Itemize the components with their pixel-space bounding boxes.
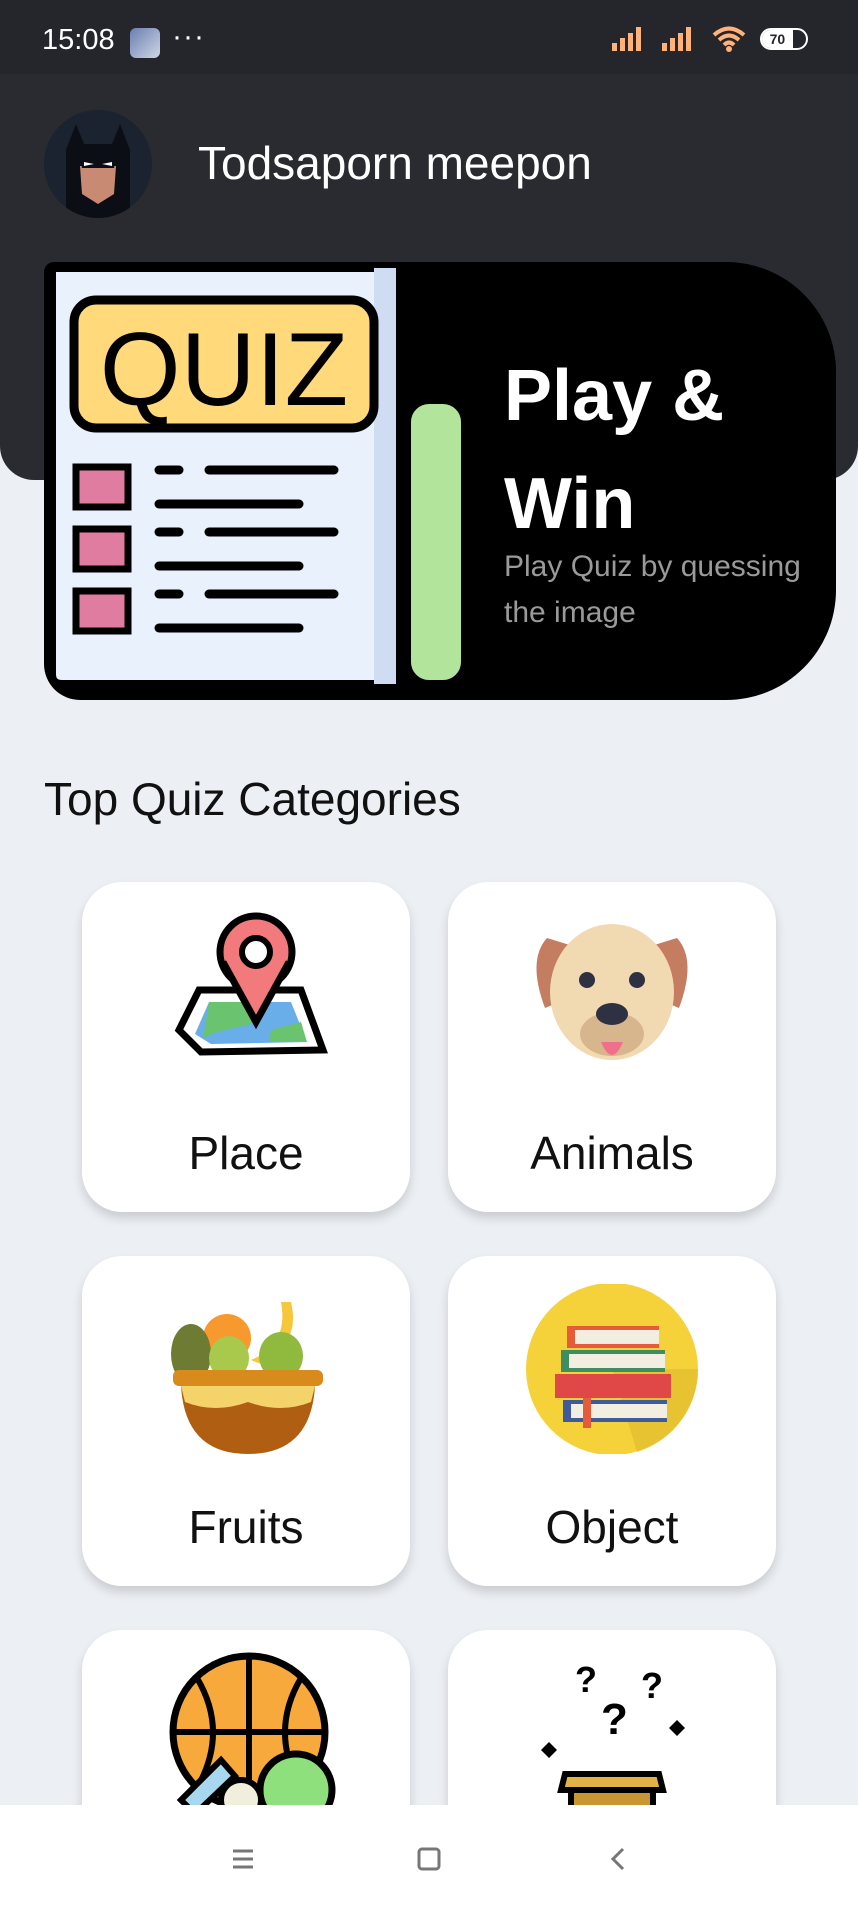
dog-face-icon (536, 924, 688, 1060)
back-icon[interactable] (599, 1839, 639, 1879)
books-icon (526, 1284, 699, 1454)
category-card-animals[interactable]: Animals (448, 882, 776, 1212)
avatar[interactable] (44, 110, 152, 218)
category-card-place[interactable]: Place (82, 882, 410, 1212)
sports-balls-icon (169, 1652, 336, 1820)
section-title: Top Quiz Categories (44, 773, 461, 825)
notification-app-icon (130, 28, 160, 58)
status-bar: 15:08 ··· 70 (0, 0, 858, 74)
system-nav-bar (0, 1805, 858, 1907)
signal-icon (612, 27, 641, 51)
batman-avatar-icon (44, 110, 152, 218)
svg-text:?: ? (641, 1665, 663, 1706)
svg-text:?: ? (601, 1695, 628, 1744)
category-card-fruits[interactable]: Fruits (82, 1256, 410, 1586)
menu-icon[interactable] (223, 1839, 263, 1879)
wifi-icon (712, 26, 746, 52)
category-label: Fruits (188, 1501, 304, 1553)
play-and-win-banner[interactable]: QUIZ Play & Win Play Quiz by quessing th… (44, 262, 836, 700)
mystery-box-icon: ? ? ? (541, 1659, 685, 1820)
category-label: Place (188, 1127, 304, 1179)
home-icon[interactable] (409, 1839, 449, 1879)
status-time: 15:08 (42, 24, 115, 56)
status-icons: 70 (612, 26, 808, 52)
map-pin-icon (174, 912, 328, 1056)
signal-icon-2 (662, 27, 691, 51)
battery-icon: 70 (760, 28, 808, 50)
fruit-basket-icon (171, 1302, 323, 1454)
svg-text:?: ? (575, 1659, 597, 1700)
hero-subtitle: Play Quiz by quessing the image (504, 550, 801, 629)
category-label: Object (545, 1501, 679, 1553)
category-label: Animals (530, 1127, 694, 1179)
hero-title: Play & Win (504, 356, 725, 544)
more-notifications-icon: ··· (172, 20, 205, 53)
quiz-word: QUIZ (100, 312, 348, 428)
username: Todsaporn meepon (198, 137, 592, 189)
category-card-object[interactable]: Object (448, 1256, 776, 1586)
quiz-paper-icon: QUIZ (48, 264, 465, 688)
battery-level: 70 (762, 30, 793, 48)
